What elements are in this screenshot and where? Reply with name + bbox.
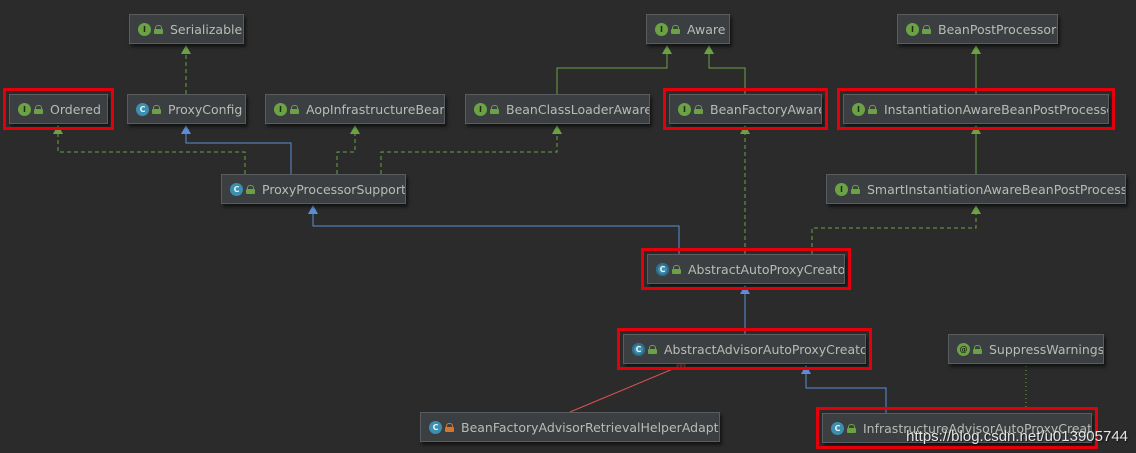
- node-label: AopInfrastructureBean: [306, 101, 445, 117]
- node-bean-post-processor[interactable]: I BeanPostProcessor: [897, 14, 1058, 44]
- node-label: ProxyConfig: [168, 101, 243, 117]
- node-label: BeanFactoryAdvisorRetrievalHelperAdapter: [461, 419, 720, 435]
- extends-interface-edge: [556, 53, 668, 94]
- interface-icon: I: [852, 102, 865, 116]
- interface-icon: I: [835, 182, 848, 196]
- class-icon: C: [831, 421, 844, 435]
- node-smart-instantiation-aware-bean-post-processor[interactable]: I SmartInstantiationAwareBeanPostProcess…: [826, 174, 1126, 204]
- extends-edge: [312, 214, 680, 254]
- node-label: InfrastructureAdvisorAutoProxyCreator: [863, 420, 1092, 436]
- private-lock-icon: [445, 422, 454, 432]
- public-lock-icon: [154, 24, 163, 34]
- interface-icon: I: [138, 22, 151, 36]
- public-lock-icon: [973, 344, 982, 354]
- node-suppress-warnings[interactable]: @ SuppressWarnings: [948, 334, 1104, 364]
- class-icon: C: [230, 182, 243, 196]
- node-abstract-advisor-auto-proxy-creator[interactable]: C AbstractAdvisorAutoProxyCreator: [617, 328, 872, 370]
- node-label: BeanClassLoaderAware: [506, 101, 650, 117]
- extends-interface-edge: [708, 53, 746, 94]
- public-lock-icon: [694, 104, 703, 114]
- extends-arrowhead: [181, 125, 191, 134]
- implements-arrowhead: [971, 205, 981, 214]
- implements-arrowhead: [350, 125, 360, 134]
- node-label: Serializable: [170, 21, 243, 37]
- extends-edge: [805, 374, 887, 413]
- public-lock-icon: [34, 104, 43, 114]
- inner-class-edge: [569, 365, 681, 413]
- public-lock-icon: [868, 104, 877, 114]
- extends-arrowhead: [801, 365, 811, 374]
- node-label: Ordered: [50, 101, 101, 117]
- node-aware[interactable]: I Aware: [646, 14, 730, 44]
- annotation-icon: @: [957, 342, 970, 356]
- implements-arrowhead: [181, 45, 191, 54]
- public-lock-icon: [672, 264, 681, 274]
- implements-arrowhead: [53, 125, 63, 134]
- node-bean-factory-aware[interactable]: I BeanFactoryAware: [663, 88, 828, 130]
- implements-arrowhead: [740, 125, 750, 134]
- node-label: InstantiationAwareBeanPostProcessor: [884, 101, 1109, 117]
- extends-arrowhead: [308, 205, 318, 214]
- interface-icon: I: [274, 102, 287, 116]
- public-lock-icon: [671, 24, 680, 34]
- public-lock-icon: [847, 423, 856, 433]
- node-proxy-processor-support[interactable]: C ProxyProcessorSupport: [221, 174, 406, 204]
- implements-arrowhead: [971, 45, 981, 54]
- extends-edge: [185, 134, 292, 174]
- public-lock-icon: [152, 104, 161, 114]
- node-label: SuppressWarnings: [989, 341, 1104, 357]
- class-icon: C: [429, 420, 442, 434]
- implements-arrowhead: [662, 45, 672, 54]
- node-serializable[interactable]: I Serializable: [129, 14, 244, 44]
- node-proxy-config[interactable]: C ProxyConfig: [127, 94, 246, 124]
- interface-icon: I: [655, 22, 668, 36]
- node-label: AbstractAutoProxyCreator: [688, 261, 845, 277]
- implements-edge: [380, 134, 558, 174]
- interface-icon: I: [474, 102, 487, 116]
- public-lock-icon: [290, 104, 299, 114]
- implements-arrowhead: [704, 45, 714, 54]
- node-aop-infrastructure-bean[interactable]: I AopInfrastructureBean: [265, 94, 445, 124]
- node-label: ProxyProcessorSupport: [262, 181, 406, 197]
- node-bean-class-loader-aware[interactable]: I BeanClassLoaderAware: [465, 94, 650, 124]
- class-icon: C: [136, 102, 149, 116]
- interface-icon: I: [18, 102, 31, 116]
- abstract-class-icon: C: [656, 262, 669, 276]
- extends-arrowhead: [740, 285, 750, 294]
- interface-icon: I: [906, 22, 919, 36]
- node-label: Aware: [687, 21, 726, 37]
- public-lock-icon: [922, 24, 931, 34]
- public-lock-icon: [246, 184, 255, 194]
- implements-arrowhead: [552, 125, 562, 134]
- node-label: BeanFactoryAware: [710, 101, 822, 117]
- edges-layer: [53, 45, 1027, 413]
- node-label: BeanPostProcessor: [938, 21, 1057, 37]
- public-lock-icon: [490, 104, 499, 114]
- node-bean-factory-advisor-retrieval-helper-adapter[interactable]: C BeanFactoryAdvisorRetrievalHelperAdapt…: [420, 412, 720, 442]
- implements-edge: [336, 134, 356, 174]
- node-label: AbstractAdvisorAutoProxyCreator: [664, 341, 866, 357]
- public-lock-icon: [851, 184, 860, 194]
- public-lock-icon: [648, 344, 657, 354]
- node-infrastructure-advisor-auto-proxy-creator[interactable]: C InfrastructureAdvisorAutoProxyCreator: [816, 407, 1098, 449]
- node-label: SmartInstantiationAwareBeanPostProcessor: [867, 181, 1126, 197]
- abstract-class-icon: C: [632, 342, 645, 356]
- implements-edge: [811, 214, 977, 254]
- implements-edge: [57, 134, 246, 174]
- implements-arrowhead: [971, 125, 981, 134]
- node-instantiation-aware-bean-post-processor[interactable]: I InstantiationAwareBeanPostProcessor: [837, 88, 1115, 130]
- node-ordered[interactable]: I Ordered: [3, 88, 114, 130]
- node-abstract-auto-proxy-creator[interactable]: C AbstractAutoProxyCreator: [641, 248, 851, 290]
- interface-icon: I: [678, 102, 691, 116]
